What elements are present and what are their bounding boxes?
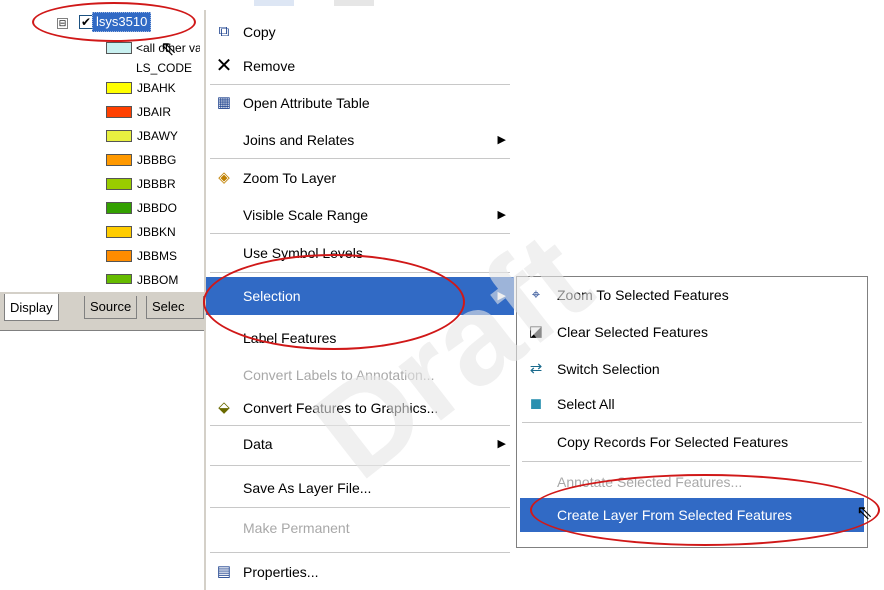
legend-swatch xyxy=(106,106,132,118)
menu-item-properties[interactable]: ▤ Properties... xyxy=(206,554,514,590)
menu-item-convert-features-to-graphics[interactable]: ⬙ Convert Features to Graphics... xyxy=(206,390,514,426)
submenu-arrow-icon: ▶ xyxy=(497,134,506,146)
remove-icon: ✕ xyxy=(215,55,233,77)
legend-class-label: JBAWY xyxy=(137,129,178,143)
menu-item-copy[interactable]: ⧉ Copy xyxy=(206,14,514,50)
legend-class-label: JBBDO xyxy=(137,201,178,215)
annotation-ellipse-create-layer xyxy=(530,474,880,546)
legend-swatch xyxy=(106,154,132,166)
submenu-separator xyxy=(522,422,862,423)
legend-swatch xyxy=(106,250,132,262)
menu-item-open-attribute-table[interactable]: ▦ Open Attribute Table xyxy=(206,85,514,121)
menu-separator xyxy=(210,233,510,234)
menu-item-save-as-layer-file[interactable]: Save As Layer File... xyxy=(206,470,514,506)
menu-item-remove[interactable]: ✕ Remove xyxy=(206,48,514,84)
legend-class-label: JBBBG xyxy=(137,153,177,167)
menu-separator xyxy=(210,552,510,553)
menu-item-convert-labels-to-annotation: Convert Labels to Annotation... xyxy=(243,367,435,383)
legend-class-label: JBAHK xyxy=(137,81,176,95)
submenu-arrow-icon: ▶ xyxy=(497,290,506,302)
menu-item-joins-and-relates[interactable]: Joins and Relates ▶ xyxy=(206,122,514,158)
zoom-layer-icon: ◈ xyxy=(218,169,230,186)
legend-class-label: JBBOM xyxy=(137,274,179,286)
window-strip xyxy=(204,0,384,10)
legend-swatch xyxy=(106,226,132,238)
tab-display[interactable]: Display xyxy=(4,294,59,321)
menu-separator xyxy=(210,158,510,159)
properties-icon: ▤ xyxy=(216,563,232,580)
menu-item-make-permanent: Make Permanent xyxy=(243,520,350,536)
annotation-ellipse-layer xyxy=(32,2,196,42)
legend-class-label: JBAIR xyxy=(137,105,172,119)
legend-class-label: JBBKN xyxy=(137,225,176,239)
menu-separator xyxy=(210,507,510,508)
menu-item-data[interactable]: Data ▶ xyxy=(206,426,514,462)
copy-icon: ⧉ xyxy=(218,23,230,40)
legend-swatch xyxy=(106,130,132,142)
submenu-item-switch-selection[interactable]: ⇄ Switch Selection xyxy=(520,351,864,387)
submenu-item-select-all[interactable]: ◼ Select All xyxy=(520,386,864,422)
annotation-ellipse-selection xyxy=(203,254,465,350)
menu-item-zoom-to-layer[interactable]: ◈ Zoom To Layer xyxy=(206,160,514,196)
submenu-item-clear-selected-features[interactable]: ◪ Clear Selected Features xyxy=(520,314,864,350)
convert-graphics-icon: ⬙ xyxy=(218,399,230,416)
zoom-selected-icon: ⌖ xyxy=(531,286,541,303)
tab-selection[interactable]: Selec xyxy=(146,296,204,319)
legend-swatch-all-other xyxy=(106,42,132,54)
submenu-arrow-icon: ▶ xyxy=(497,438,506,450)
legend-swatch xyxy=(106,202,132,214)
tab-source[interactable]: Source xyxy=(84,296,138,319)
submenu-item-copy-records-for-selected-features[interactable]: Copy Records For Selected Features xyxy=(520,424,864,460)
legend-class-label: JBBMS xyxy=(137,249,178,263)
menu-separator xyxy=(210,465,510,466)
legend-swatch xyxy=(106,82,132,94)
mouse-cursor-icon: ⇖ xyxy=(160,38,177,60)
menu-item-visible-scale-range[interactable]: Visible Scale Range ▶ xyxy=(206,197,514,233)
legend-swatch xyxy=(106,274,132,284)
submenu-arrow-icon: ▶ xyxy=(497,209,506,221)
legend-class-label: JBBBR xyxy=(137,177,176,191)
submenu-item-zoom-to-selected-features[interactable]: ⌖ Zoom To Selected Features xyxy=(520,277,864,313)
switch-selection-icon: ⇄ xyxy=(529,360,543,377)
table-icon: ▦ xyxy=(216,94,232,111)
legend-field-label: LS_CODE xyxy=(136,61,193,75)
submenu-separator xyxy=(522,461,862,462)
legend-swatch xyxy=(106,178,132,190)
select-all-icon: ◼ xyxy=(529,395,543,412)
clear-selection-icon: ◪ xyxy=(528,323,544,340)
